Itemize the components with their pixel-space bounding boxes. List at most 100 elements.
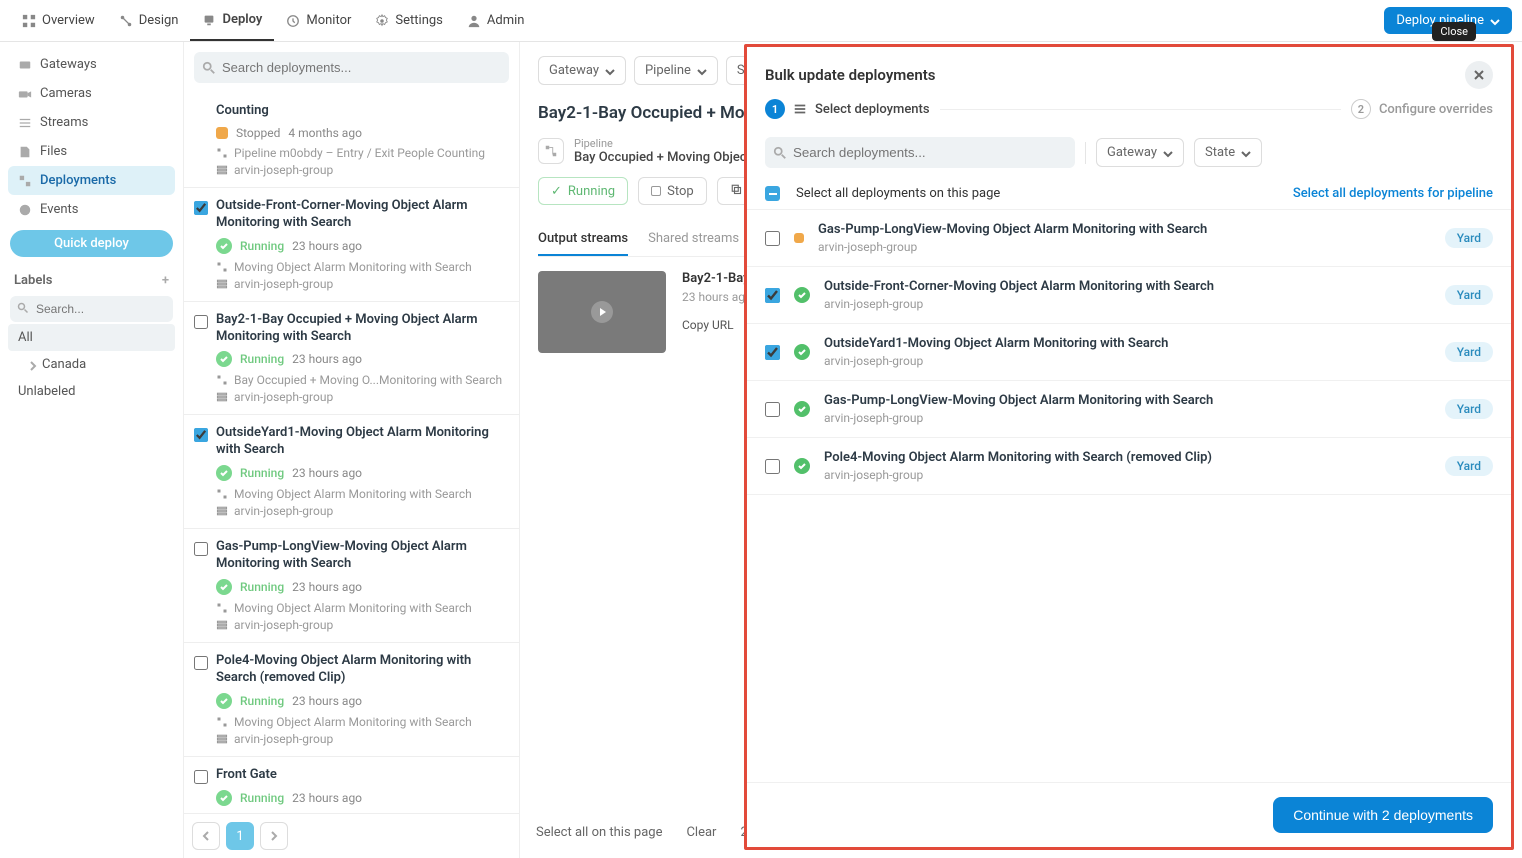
card-title: Outside-Front-Corner-Moving Object Alarm… bbox=[216, 198, 507, 232]
sidebar-streams[interactable]: Streams bbox=[8, 108, 175, 137]
panel-deployment-row[interactable]: Pole4-Moving Object Alarm Monitoring wit… bbox=[747, 438, 1511, 495]
step-1-number: 1 bbox=[765, 99, 785, 119]
deployment-card[interactable]: CountingStopped4 months agoPipeline m0ob… bbox=[184, 93, 519, 188]
card-title: Gas-Pump-LongView-Moving Object Alarm Mo… bbox=[216, 539, 507, 573]
pager-prev[interactable] bbox=[192, 822, 220, 850]
row-name: Gas-Pump-LongView-Moving Object Alarm Mo… bbox=[824, 393, 1431, 408]
label-unlabeled[interactable]: Unlabeled bbox=[8, 378, 175, 405]
card-checkbox[interactable] bbox=[194, 428, 208, 442]
panel-filter-gateway[interactable]: Gateway bbox=[1096, 138, 1184, 167]
tab-output-streams[interactable]: Output streams bbox=[538, 223, 628, 256]
nav-monitor[interactable]: Monitor bbox=[274, 0, 363, 41]
deployment-card[interactable]: Gas-Pump-LongView-Moving Object Alarm Mo… bbox=[184, 529, 519, 643]
sidebar-deployments[interactable]: Deployments bbox=[8, 166, 175, 195]
panel-deployment-row[interactable]: Gas-Pump-LongView-Moving Object Alarm Mo… bbox=[747, 381, 1511, 438]
nav-deploy[interactable]: Deploy bbox=[190, 0, 274, 41]
card-checkbox[interactable] bbox=[194, 770, 208, 784]
nav-overview[interactable]: Overview bbox=[10, 0, 107, 41]
step-2-label: Configure overrides bbox=[1379, 102, 1493, 117]
filter-gateway[interactable]: Gateway bbox=[538, 56, 626, 85]
label-search-input[interactable] bbox=[10, 296, 173, 322]
gear-icon bbox=[375, 14, 389, 28]
row-tag: Yard bbox=[1445, 342, 1493, 362]
running-icon bbox=[794, 287, 810, 303]
top-nav: Overview Design Deploy Monitor Settings … bbox=[0, 0, 1522, 42]
panel-deployment-row[interactable]: Outside-Front-Corner-Moving Object Alarm… bbox=[747, 267, 1511, 324]
card-status: Running bbox=[240, 239, 284, 253]
deployment-card[interactable]: Front GateRunning23 hours agoFront Gate … bbox=[184, 757, 519, 813]
stream-thumbnail[interactable] bbox=[538, 271, 666, 353]
select-all-pipeline-link[interactable]: Select all deployments for pipeline bbox=[1293, 186, 1493, 201]
row-tag: Yard bbox=[1445, 456, 1493, 476]
continue-button[interactable]: Continue with 2 deployments bbox=[1273, 797, 1493, 833]
deployment-search-input[interactable] bbox=[194, 52, 509, 83]
row-name: Outside-Front-Corner-Moving Object Alarm… bbox=[824, 279, 1431, 294]
card-pipeline: Moving Object Alarm Monitoring with Sear… bbox=[234, 260, 472, 274]
deployment-list: CountingStopped4 months agoPipeline m0ob… bbox=[184, 42, 520, 858]
pipeline-icon bbox=[216, 488, 228, 500]
row-checkbox[interactable] bbox=[765, 231, 780, 246]
filter-pipeline[interactable]: Pipeline bbox=[634, 56, 718, 85]
sidebar-events[interactable]: Events bbox=[8, 195, 175, 224]
row-group: arvin-joseph-group bbox=[824, 411, 1431, 425]
sidebar-files[interactable]: Files bbox=[8, 137, 175, 166]
group-icon bbox=[216, 278, 228, 290]
card-pipeline: Moving Object Alarm Monitoring with Sear… bbox=[234, 601, 472, 615]
select-all-checkbox[interactable] bbox=[765, 186, 780, 201]
deployment-card[interactable]: Outside-Front-Corner-Moving Object Alarm… bbox=[184, 188, 519, 302]
panel-deployment-row[interactable]: Gas-Pump-LongView-Moving Object Alarm Mo… bbox=[747, 210, 1511, 267]
card-checkbox[interactable] bbox=[194, 542, 208, 556]
stop-button[interactable]: Stop bbox=[638, 177, 707, 205]
card-checkbox[interactable] bbox=[194, 656, 208, 670]
card-time: 23 hours ago bbox=[292, 580, 362, 594]
pager-page-1[interactable]: 1 bbox=[226, 822, 254, 850]
card-checkbox[interactable] bbox=[194, 315, 208, 329]
panel-filter-state[interactable]: State bbox=[1194, 138, 1262, 167]
check-icon: ✓ bbox=[551, 184, 562, 199]
nav-admin[interactable]: Admin bbox=[455, 0, 537, 41]
sidebar-cameras[interactable]: Cameras bbox=[8, 79, 175, 108]
card-status: Running bbox=[240, 352, 284, 366]
search-icon bbox=[17, 302, 29, 314]
step-2-number: 2 bbox=[1351, 99, 1371, 119]
plus-icon[interactable]: + bbox=[162, 273, 169, 288]
close-button[interactable] bbox=[1465, 61, 1493, 89]
labels-header: Labels+ bbox=[8, 263, 175, 294]
panel-deployment-row[interactable]: OutsideYard1-Moving Object Alarm Monitor… bbox=[747, 324, 1511, 381]
card-group: arvin-joseph-group bbox=[234, 277, 333, 291]
panel-title: Bulk update deployments bbox=[765, 66, 936, 84]
select-all-page[interactable]: Select all on this page bbox=[536, 825, 662, 840]
tab-shared-streams[interactable]: Shared streams bbox=[648, 223, 739, 256]
row-checkbox[interactable] bbox=[765, 288, 780, 303]
stream-icon bbox=[18, 116, 32, 130]
card-pipeline: Pipeline m0obdy – Entry / Exit People Co… bbox=[234, 146, 485, 160]
deployment-card[interactable]: Bay2-1-Bay Occupied + Moving Object Alar… bbox=[184, 302, 519, 416]
label-all[interactable]: All bbox=[8, 324, 175, 351]
card-time: 23 hours ago bbox=[292, 694, 362, 708]
deployment-card[interactable]: Pole4-Moving Object Alarm Monitoring wit… bbox=[184, 643, 519, 757]
row-checkbox[interactable] bbox=[765, 402, 780, 417]
pager: 1 bbox=[184, 813, 519, 858]
card-pipeline: Moving Object Alarm Monitoring with Sear… bbox=[234, 715, 472, 729]
row-checkbox[interactable] bbox=[765, 459, 780, 474]
label-canada[interactable]: Canada bbox=[8, 351, 175, 378]
pager-next[interactable] bbox=[260, 822, 288, 850]
card-title: Front Gate bbox=[216, 767, 507, 784]
card-status: Running bbox=[240, 694, 284, 708]
row-tag: Yard bbox=[1445, 399, 1493, 419]
pipeline-icon bbox=[216, 147, 228, 159]
deployment-card[interactable]: OutsideYard1-Moving Object Alarm Monitor… bbox=[184, 415, 519, 529]
running-icon bbox=[216, 351, 232, 367]
panel-search-input[interactable] bbox=[765, 137, 1075, 168]
nav-design[interactable]: Design bbox=[107, 0, 191, 41]
sidebar-gateways[interactable]: Gateways bbox=[8, 50, 175, 79]
quick-deploy-button[interactable]: Quick deploy bbox=[10, 230, 173, 257]
status-running: ✓Running bbox=[538, 177, 628, 205]
card-checkbox[interactable] bbox=[194, 201, 208, 215]
events-icon bbox=[18, 203, 32, 217]
nav-settings[interactable]: Settings bbox=[363, 0, 454, 41]
card-time: 23 hours ago bbox=[292, 466, 362, 480]
row-group: arvin-joseph-group bbox=[824, 354, 1431, 368]
row-checkbox[interactable] bbox=[765, 345, 780, 360]
clear-selection[interactable]: Clear bbox=[686, 825, 716, 840]
